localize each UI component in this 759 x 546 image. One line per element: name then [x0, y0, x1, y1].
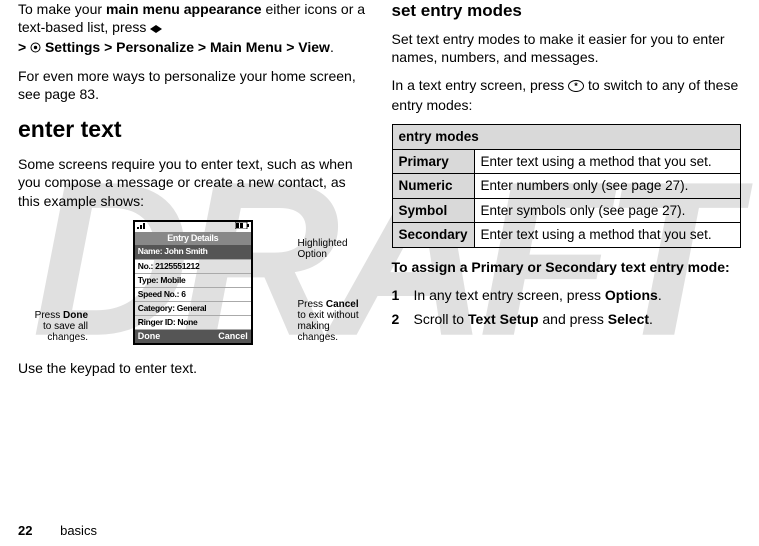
- svg-text:*: *: [574, 81, 578, 91]
- step2-textsetup: Text Setup: [468, 311, 539, 327]
- mode-label: Primary: [392, 149, 474, 174]
- phone-status-bar: [135, 222, 251, 232]
- steps-list: 1 In any text entry screen, press Option…: [392, 286, 742, 328]
- set-entry-modes-body2: In a text entry screen, press * to switc…: [392, 76, 742, 114]
- callout-cancel-a: Press: [298, 299, 326, 310]
- main-menu-intro: To make your main menu appearance either…: [18, 0, 368, 57]
- mode-desc: Enter text using a method that you set.: [474, 149, 740, 174]
- step2-a: Scroll to: [414, 311, 468, 327]
- enter-text-heading: enter text: [18, 115, 368, 145]
- phone-row-name: Name: John Smith: [135, 245, 251, 259]
- phone-title: Entry Details: [135, 232, 251, 246]
- step1-a: In any text entry screen, press: [414, 287, 605, 303]
- callout-highlighted: Highlighted Option: [298, 238, 366, 260]
- battery-icon: [235, 222, 249, 232]
- mode-label: Secondary: [392, 223, 474, 248]
- callout-done-b: to save all changes.: [43, 321, 88, 343]
- breadcrumb-gt-1: >: [18, 39, 26, 55]
- breadcrumb-gt-3: >: [198, 39, 206, 55]
- enter-text-body: Some screens require you to enter text, …: [18, 155, 368, 210]
- mode-desc: Enter symbols only (see page 27).: [474, 198, 740, 223]
- step-text: In any text entry screen, press Options.: [414, 286, 662, 304]
- breadcrumb-gt-2: >: [104, 39, 112, 55]
- breadcrumb-gt-4: >: [286, 39, 294, 55]
- phone-row-type: Type: Mobile: [135, 274, 251, 288]
- breadcrumb-settings: Settings: [45, 39, 100, 55]
- right-column: set entry modes Set text entry modes to …: [380, 0, 742, 538]
- phone-row-speed: Speed No.: 6: [135, 288, 251, 302]
- step2-c: .: [649, 311, 653, 327]
- page: To make your main menu appearance either…: [0, 0, 759, 546]
- breadcrumb-personalize: Personalize: [116, 39, 194, 55]
- table-row: Numeric Enter numbers only (see page 27)…: [392, 174, 741, 199]
- breadcrumb-view: View: [298, 39, 330, 55]
- set-entry-modes-body1: Set text entry modes to make it easier f…: [392, 30, 742, 66]
- assign-heading: To assign a Primary or Secondary text en…: [392, 258, 742, 276]
- callout-done-bold: Done: [63, 310, 88, 321]
- mode-label: Symbol: [392, 198, 474, 223]
- breadcrumb-mainmenu: Main Menu: [210, 39, 282, 55]
- softkey-cancel: Cancel: [218, 331, 248, 343]
- gear-icon: [30, 39, 41, 57]
- intro-bold: main menu appearance: [106, 1, 262, 17]
- phone-softkeys: Done Cancel: [135, 330, 251, 344]
- signal-icon: [137, 222, 147, 232]
- set-entry-modes-heading: set entry modes: [392, 0, 742, 22]
- use-keypad-note: Use the keypad to enter text.: [18, 359, 368, 377]
- step-1: 1 In any text entry screen, press Option…: [392, 286, 742, 304]
- phone-row-category: Category: General: [135, 302, 251, 316]
- callout-cancel: Press Cancel to exit without making chan…: [298, 299, 366, 343]
- callout-done: Press Done to save all changes.: [20, 310, 88, 343]
- phone-row-no: No.: 2125551212: [135, 260, 251, 274]
- step1-options: Options: [605, 287, 658, 303]
- step-num: 2: [392, 310, 414, 328]
- mode-desc: Enter numbers only (see page 27).: [474, 174, 740, 199]
- intro-text-a: To make your: [18, 1, 106, 17]
- body2-a: In a text entry screen, press: [392, 77, 569, 93]
- table-header: entry modes: [392, 125, 741, 150]
- table-row: Secondary Enter text using a method that…: [392, 223, 741, 248]
- step-num: 1: [392, 286, 414, 304]
- mode-label: Numeric: [392, 174, 474, 199]
- table-row: Primary Enter text using a method that y…: [392, 149, 741, 174]
- left-column: To make your main menu appearance either…: [18, 0, 380, 538]
- nav-key-icon: [150, 19, 162, 37]
- step-text: Scroll to Text Setup and press Select.: [414, 310, 653, 328]
- page-number: 22: [18, 523, 32, 538]
- page-footer: 22 basics: [18, 523, 97, 540]
- callout-cancel-b: to exit without making changes.: [298, 310, 359, 343]
- callout-cancel-bold: Cancel: [326, 299, 359, 310]
- entry-modes-table: entry modes Primary Enter text using a m…: [392, 124, 742, 248]
- section-name: basics: [60, 523, 97, 538]
- step1-c: .: [658, 287, 662, 303]
- personalize-note: For even more ways to personalize your h…: [18, 67, 368, 103]
- step2-select: Select: [608, 311, 649, 327]
- phone-row-ringer: Ringer ID: None: [135, 316, 251, 330]
- step2-mid: and press: [539, 311, 608, 327]
- softkey-done: Done: [138, 331, 161, 343]
- table-row: Symbol Enter symbols only (see page 27).: [392, 198, 741, 223]
- step-2: 2 Scroll to Text Setup and press Select.: [392, 310, 742, 328]
- mode-desc: Enter text using a method that you set.: [474, 223, 740, 248]
- callout-done-a: Press: [35, 310, 63, 321]
- phone-figure: Press Done to save all changes. Entry De…: [18, 220, 368, 346]
- phone-screen: Entry Details Name: John Smith No.: 2125…: [133, 220, 253, 346]
- star-key-icon: *: [568, 78, 584, 96]
